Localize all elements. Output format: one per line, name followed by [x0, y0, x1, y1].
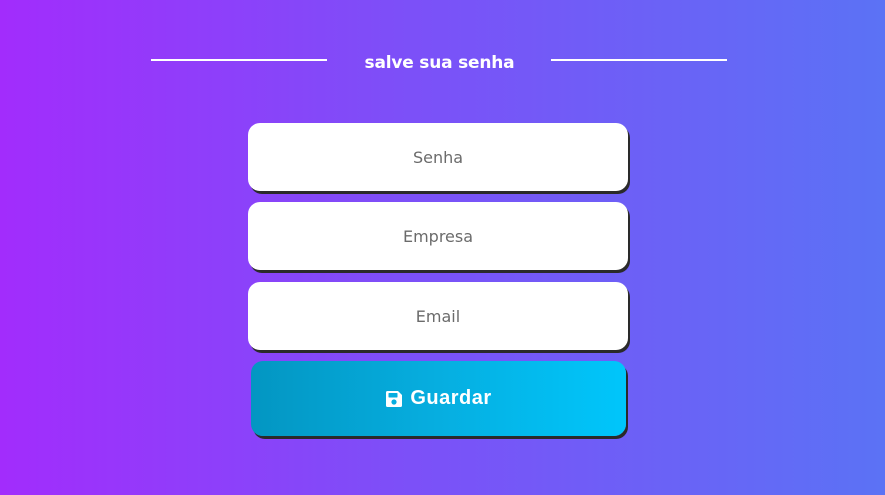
divider-left: [151, 59, 327, 61]
password-input[interactable]: [248, 123, 628, 191]
save-button[interactable]: Guardar: [251, 361, 626, 436]
divider-right: [551, 59, 727, 61]
save-button-label: Guardar: [410, 387, 492, 409]
floppy-disk-icon: [385, 390, 403, 408]
email-input[interactable]: [248, 282, 628, 350]
header: salve sua senha: [0, 0, 885, 120]
page-title: salve sua senha: [364, 53, 515, 73]
company-input[interactable]: [248, 202, 628, 270]
